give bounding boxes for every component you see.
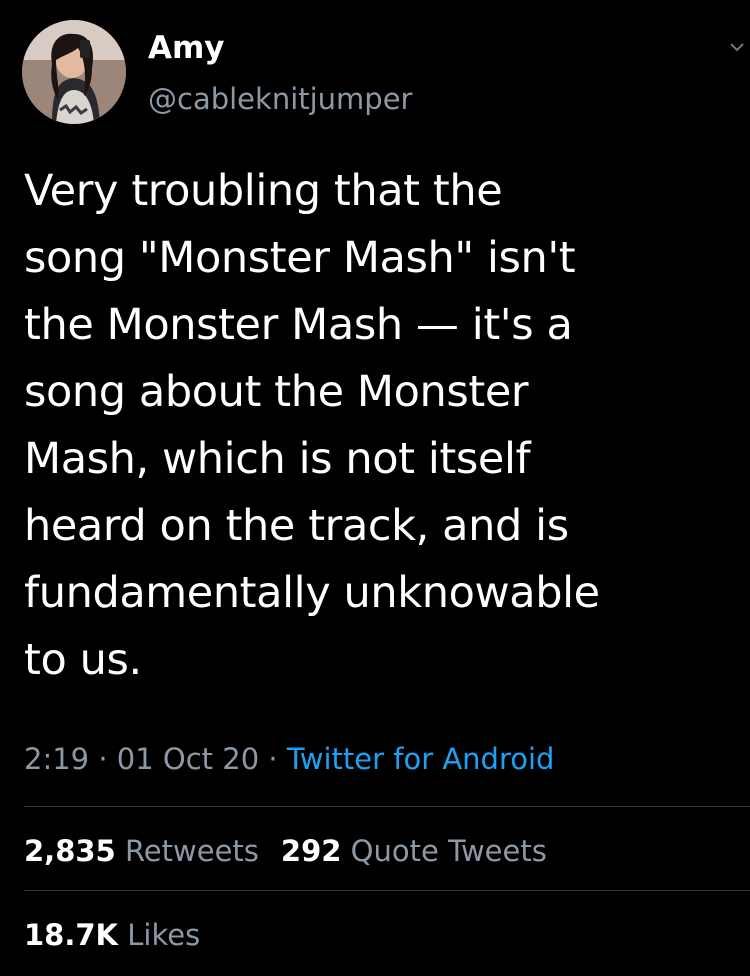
- tweet-text-line: song "Monster Mash" isn't: [24, 233, 576, 283]
- quote-tweets-label: Quote Tweets: [350, 834, 547, 868]
- tweet-text-line: the Monster Mash — it's a: [24, 300, 573, 350]
- tweet-text-line: to us.: [24, 635, 142, 685]
- retweets-count: 2,835: [24, 834, 116, 868]
- tweet-card: Amy @cableknitjumper Very troubling that…: [0, 0, 750, 976]
- avatar[interactable]: [22, 20, 126, 124]
- author-name[interactable]: Amy: [148, 28, 225, 68]
- divider: [24, 890, 750, 891]
- profile-photo-icon: [22, 20, 126, 124]
- tweet-text-line: Very troubling that the: [24, 166, 503, 216]
- tweet-time: 2:19: [24, 742, 90, 776]
- engagement-stats-row: 2,835 Retweets 292 Quote Tweets: [24, 830, 547, 872]
- author-handle[interactable]: @cableknitjumper: [148, 80, 412, 118]
- likes-label: Likes: [127, 918, 201, 952]
- divider: [24, 806, 750, 807]
- likes-count: 18.7K: [24, 918, 119, 952]
- tweet-text-line: fundamentally unknowable: [24, 568, 600, 618]
- tweet-meta: 2:19 · 01 Oct 20 · Twitter for Android: [24, 737, 554, 781]
- tweet-source-link[interactable]: Twitter for Android: [287, 742, 555, 776]
- tweet-date: 01 Oct 20: [116, 742, 260, 776]
- likes-stats-row: 18.7K Likes: [24, 914, 200, 956]
- meta-separator: ·: [89, 742, 117, 776]
- quote-tweets-count: 292: [280, 834, 342, 868]
- likes-stat[interactable]: 18.7K Likes: [24, 918, 200, 952]
- tweet-text: Very troubling that the song "Monster Ma…: [24, 158, 729, 694]
- meta-separator: ·: [259, 742, 287, 776]
- quote-tweets-stat[interactable]: 292 Quote Tweets: [281, 834, 547, 868]
- tweet-text-line: heard on the track, and is: [24, 501, 569, 551]
- tweet-text-line: song about the Monster: [24, 367, 529, 417]
- tweet-text-line: Mash, which is not itself: [24, 434, 531, 484]
- retweets-label: Retweets: [124, 834, 259, 868]
- retweets-stat[interactable]: 2,835 Retweets: [24, 834, 259, 868]
- chevron-down-icon[interactable]: [728, 38, 746, 56]
